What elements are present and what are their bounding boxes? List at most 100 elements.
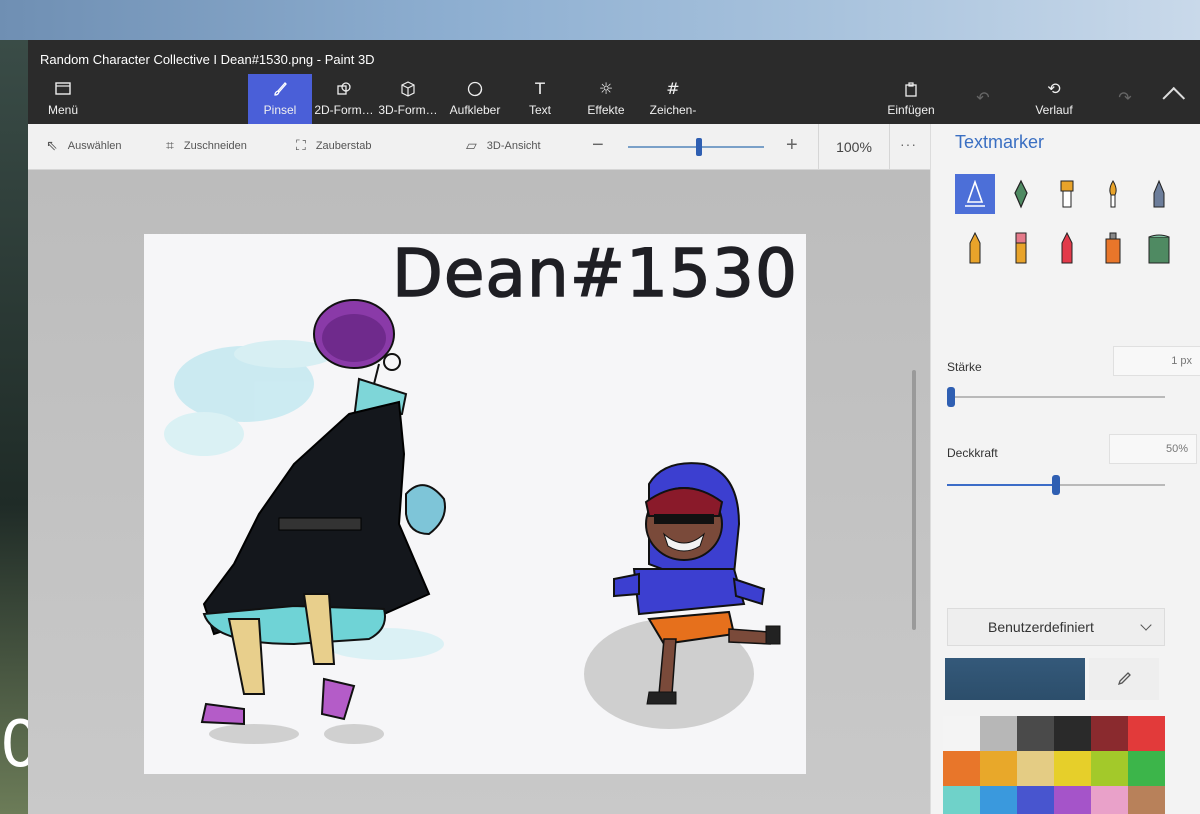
tab-2d-shapes[interactable]: 2D-Form… [314, 74, 374, 124]
tab-brushes[interactable]: Pinsel [248, 74, 312, 124]
tab-label: Pinsel [263, 103, 297, 117]
vertical-scrollbar[interactable] [912, 370, 916, 630]
tab-label: Aufkleber [449, 103, 501, 117]
color-swatch[interactable] [1128, 751, 1165, 786]
crop-label: Zuschneiden [183, 140, 247, 152]
zoom-out-button[interactable]: − [592, 134, 604, 157]
zoom-value[interactable]: 100% [818, 124, 890, 170]
color-swatch[interactable] [1128, 786, 1165, 814]
fill-bucket-icon [1148, 234, 1170, 264]
fill-button[interactable] [1139, 228, 1179, 268]
tab-3d-shapes[interactable]: 3D-Form… [378, 74, 438, 124]
calligraphy-pen-button[interactable] [1001, 174, 1041, 214]
pixel-pen-button[interactable] [1139, 174, 1179, 214]
more-options-button[interactable]: ··· [900, 136, 917, 152]
canvas-workspace: Dean#1530 [28, 170, 930, 814]
zoom-in-button[interactable]: + [786, 134, 798, 157]
oil-brush-button[interactable] [1047, 174, 1087, 214]
crop-icon: ⌗ [166, 138, 174, 154]
collapse-ribbon-icon[interactable] [1162, 86, 1186, 110]
tab-text[interactable]: T Text [512, 74, 568, 124]
opacity-slider-thumb[interactable] [1052, 475, 1060, 495]
eraser-icon [1015, 232, 1027, 264]
marker-icon [965, 180, 985, 207]
oil-brush-icon [1060, 180, 1074, 208]
tab-label: 3D-Form… [378, 103, 438, 117]
select-button[interactable]: ⇖ Auswählen [46, 138, 122, 154]
tab-label: Text [528, 103, 551, 117]
effects-icon: ☼ [598, 79, 614, 98]
color-mode-dropdown[interactable]: Benutzerdefiniert [947, 608, 1165, 646]
insert-button[interactable]: Einfügen [878, 74, 944, 124]
opacity-slider-fill [947, 484, 1056, 486]
color-swatch[interactable] [1091, 786, 1128, 814]
color-swatch[interactable] [943, 786, 980, 814]
spray-can-icon [1105, 232, 1121, 264]
marker-brush-button[interactable] [955, 174, 995, 214]
brush-panel: Textmarker Stärke 1 px Deckkraft 50% Ben… [930, 124, 1200, 814]
color-swatch[interactable] [1091, 716, 1128, 751]
size-input[interactable]: 1 px [1113, 346, 1200, 376]
watercolor-icon [1109, 180, 1117, 208]
sticker-icon [467, 81, 483, 99]
opacity-label: Deckkraft [947, 446, 998, 460]
tab-effects[interactable]: ☼ Effekte [576, 74, 636, 124]
color-swatch[interactable] [980, 716, 1017, 751]
canvas-icon: # [666, 79, 680, 98]
color-swatch[interactable] [1017, 786, 1054, 814]
drawing-canvas[interactable]: Dean#1530 [144, 234, 806, 774]
magic-select-button[interactable]: ⛶ Zauberstab [296, 138, 371, 154]
opacity-input[interactable]: 50% [1109, 434, 1197, 464]
eyedropper-icon [1117, 672, 1131, 686]
tool-options-bar: ⇖ Auswählen ⌗ Zuschneiden ⛶ Zauberstab ▱… [28, 124, 930, 170]
color-swatch[interactable] [1054, 786, 1091, 814]
magic-wand-icon: ⛶ [296, 138, 306, 154]
crayon-button[interactable] [1047, 228, 1087, 268]
color-palette [943, 716, 1165, 814]
color-swatch[interactable] [1054, 716, 1091, 751]
color-swatch[interactable] [980, 751, 1017, 786]
pencil-button[interactable] [955, 228, 995, 268]
size-slider-thumb[interactable] [947, 387, 956, 407]
paint3d-window: Random Character Collective I Dean#1530.… [28, 40, 1200, 814]
crayon-icon [1061, 231, 1073, 264]
view-3d-button[interactable]: ▱ 3D-Ansicht [466, 138, 541, 154]
color-swatch[interactable] [1054, 751, 1091, 786]
pixel-pen-icon [1153, 179, 1165, 208]
title-bar: Random Character Collective I Dean#1530.… [28, 40, 1200, 74]
tab-label: Zeichen- [649, 103, 697, 117]
tab-label: 2D-Form… [314, 103, 374, 117]
text-icon: T [535, 79, 545, 98]
tab-canvas[interactable]: # Zeichen- [640, 74, 706, 124]
undo-button[interactable]: ↶ [968, 74, 998, 124]
history-label: Verlauf [1035, 103, 1073, 117]
history-icon: ⟲ [1047, 79, 1061, 98]
color-swatch[interactable] [980, 786, 1017, 814]
crop-button[interactable]: ⌗ Zuschneiden [166, 138, 247, 154]
redo-button[interactable]: ↷ [1110, 74, 1140, 124]
signature-text: Dean#1530 [392, 235, 798, 312]
current-color-swatch[interactable] [945, 658, 1085, 700]
color-swatch[interactable] [1017, 751, 1054, 786]
shadow-left-2 [324, 724, 384, 744]
brush-icon [272, 81, 288, 99]
history-button[interactable]: ⟲ Verlauf [1024, 74, 1084, 124]
watercolor-button[interactable] [1093, 174, 1133, 214]
color-swatch[interactable] [1091, 751, 1128, 786]
folder-icon [55, 81, 71, 99]
tab-stickers[interactable]: Aufkleber [446, 74, 504, 124]
size-slider-track[interactable] [947, 396, 1165, 398]
color-swatch[interactable] [943, 716, 980, 751]
color-swatch[interactable] [943, 751, 980, 786]
desktop-clock-digit: 0 [0, 708, 41, 782]
panel-title: Textmarker [955, 132, 1045, 152]
color-swatch[interactable] [1017, 716, 1054, 751]
eraser-button[interactable] [1001, 228, 1041, 268]
eyedropper-button[interactable] [1089, 658, 1159, 700]
zoom-slider-thumb[interactable] [695, 138, 702, 156]
undo-icon: ↶ [976, 88, 990, 107]
chevron-down-icon [1140, 619, 1152, 631]
menu-button[interactable]: Menü [36, 74, 90, 124]
color-swatch[interactable] [1128, 716, 1165, 751]
spray-can-button[interactable] [1093, 228, 1133, 268]
